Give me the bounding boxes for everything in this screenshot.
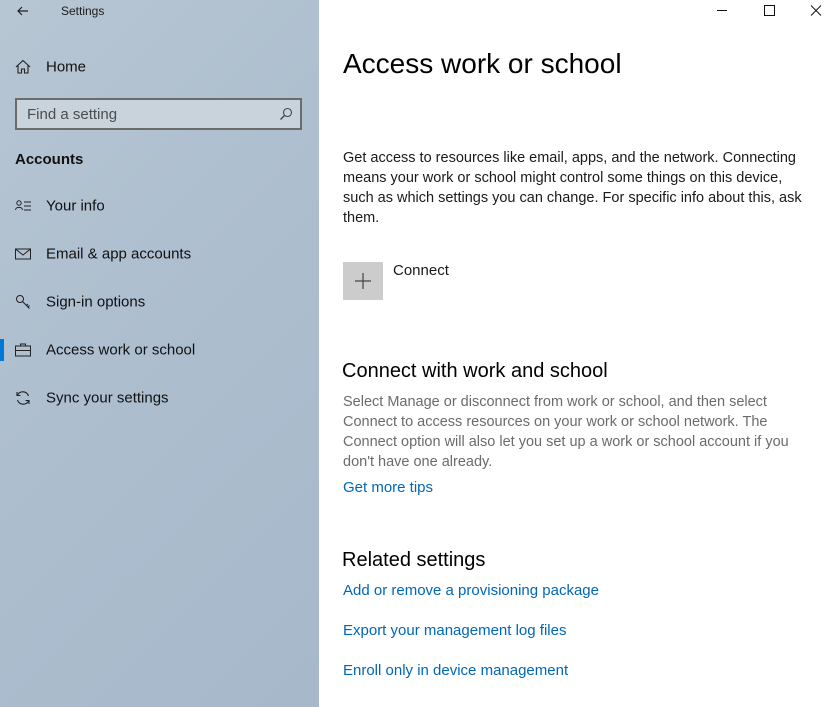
close-icon bbox=[810, 5, 822, 16]
back-arrow-icon bbox=[17, 6, 28, 16]
related-settings-heading: Related settings bbox=[342, 549, 486, 571]
maximize-icon bbox=[764, 5, 775, 16]
provisioning-package-link[interactable]: Add or remove a provisioning package bbox=[343, 582, 599, 599]
sidebar-item-label: Your info bbox=[46, 197, 105, 215]
sync-icon bbox=[16, 391, 30, 405]
connect-section-heading: Connect with work and school bbox=[342, 360, 608, 382]
sidebar-item-your-info[interactable]: Your info bbox=[0, 186, 319, 226]
selection-indicator bbox=[0, 339, 4, 361]
sidebar-section-heading: Accounts bbox=[15, 151, 84, 168]
export-log-files-link[interactable]: Export your management log files bbox=[343, 622, 566, 639]
plus-icon bbox=[355, 273, 371, 289]
enroll-device-management-link[interactable]: Enroll only in device management bbox=[343, 662, 568, 679]
home-icon bbox=[15, 59, 31, 74]
get-more-tips-link[interactable]: Get more tips bbox=[343, 479, 433, 496]
sidebar: Settings Home Accounts Your info bbox=[0, 0, 319, 707]
close-button[interactable] bbox=[791, 0, 837, 22]
sidebar-item-sign-in-options[interactable]: Sign-in options bbox=[0, 282, 319, 322]
settings-window: Settings Home Accounts Your info bbox=[0, 0, 837, 707]
briefcase-icon bbox=[15, 343, 31, 357]
search-box[interactable] bbox=[15, 98, 302, 130]
connect-section-description: Select Manage or disconnect from work or… bbox=[343, 394, 789, 470]
sidebar-item-sync-your-settings[interactable]: Sync your settings bbox=[0, 378, 319, 418]
key-icon bbox=[16, 295, 30, 309]
search-icon[interactable] bbox=[278, 106, 294, 122]
envelope-icon bbox=[15, 248, 31, 260]
sidebar-item-label: Access work or school bbox=[46, 341, 196, 359]
minimize-button[interactable] bbox=[699, 0, 745, 22]
sidebar-item-label: Sign-in options bbox=[46, 293, 146, 311]
back-button[interactable] bbox=[12, 0, 34, 22]
sidebar-item-label: Email & app accounts bbox=[46, 245, 192, 263]
minimize-icon bbox=[717, 10, 727, 11]
search-input[interactable] bbox=[17, 100, 277, 128]
sidebar-item-access-work-or-school[interactable]: Access work or school bbox=[0, 330, 319, 370]
person-card-icon bbox=[15, 200, 31, 211]
sidebar-item-email-app-accounts[interactable]: Email & app accounts bbox=[0, 234, 319, 274]
connect-button[interactable] bbox=[343, 262, 383, 300]
sidebar-item-label: Home bbox=[46, 58, 87, 76]
sidebar-item-label: Sync your settings bbox=[46, 389, 169, 407]
app-title: Settings bbox=[61, 4, 105, 18]
maximize-button[interactable] bbox=[746, 0, 792, 22]
connect-label[interactable]: Connect bbox=[393, 262, 449, 279]
sidebar-item-home[interactable]: Home bbox=[0, 52, 319, 82]
intro-text: Get access to resources like email, apps… bbox=[343, 150, 802, 226]
page-title: Access work or school bbox=[343, 48, 622, 79]
